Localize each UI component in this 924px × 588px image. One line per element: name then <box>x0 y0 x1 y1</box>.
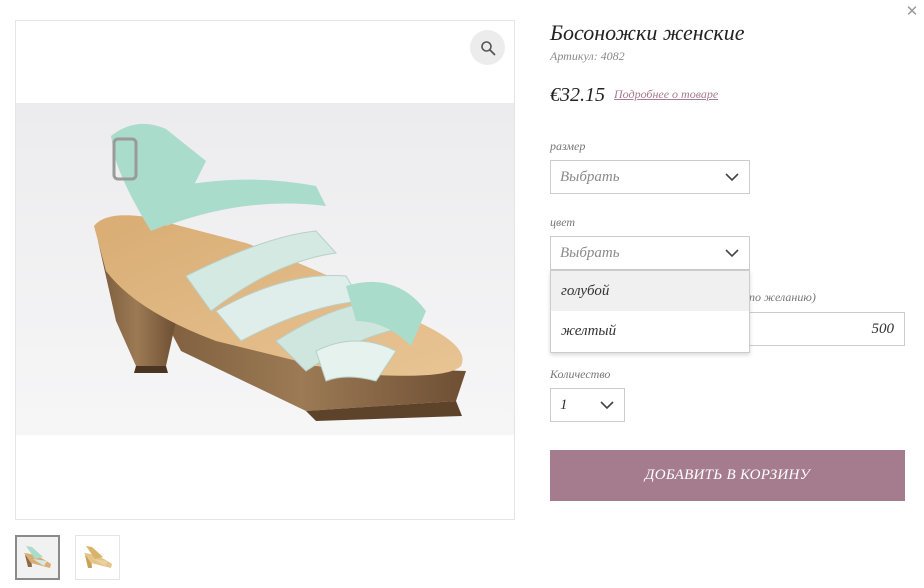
quantity-label: Количество <box>550 367 611 381</box>
chevron-down-icon <box>725 173 739 182</box>
thumbnail-mint-sandal <box>17 537 58 578</box>
product-image-sandal <box>16 103 514 435</box>
product-price: €32.15 <box>550 84 605 106</box>
chevron-down-icon <box>725 249 739 258</box>
color-select[interactable]: Выбрать <box>550 236 750 270</box>
thumbnail-1[interactable] <box>15 535 60 580</box>
color-dropdown-menu: голубой желтый <box>550 270 750 353</box>
size-label: размер <box>550 139 586 153</box>
thumbnail-gold-sandal <box>76 536 119 579</box>
thumbnail-2[interactable] <box>75 535 120 580</box>
amount-label-partial: (по желанию) <box>745 290 816 304</box>
chevron-down-icon <box>600 401 614 410</box>
quantity-select-value: 1 <box>560 397 568 413</box>
product-image-frame <box>15 20 515 520</box>
add-to-cart-button[interactable]: ДОБАВИТЬ В КОРЗИНУ <box>550 450 905 501</box>
color-option-blue[interactable]: голубой <box>551 271 749 311</box>
product-title: Босоножки женские <box>550 20 745 45</box>
size-select-value: Выбрать <box>560 169 620 185</box>
product-details-link[interactable]: Подробнее о товаре <box>614 87 718 102</box>
color-select-value: Выбрать <box>560 245 620 261</box>
zoom-button[interactable] <box>470 30 505 65</box>
color-label: цвет <box>550 215 576 229</box>
amount-input[interactable] <box>745 312 905 346</box>
close-icon[interactable]: ✕ <box>904 2 920 20</box>
quantity-select[interactable]: 1 <box>550 388 625 422</box>
color-option-yellow[interactable]: желтый <box>551 311 749 351</box>
size-select[interactable]: Выбрать <box>550 160 750 194</box>
product-sku: Артикул: 4082 <box>550 49 625 63</box>
search-icon <box>480 40 495 55</box>
